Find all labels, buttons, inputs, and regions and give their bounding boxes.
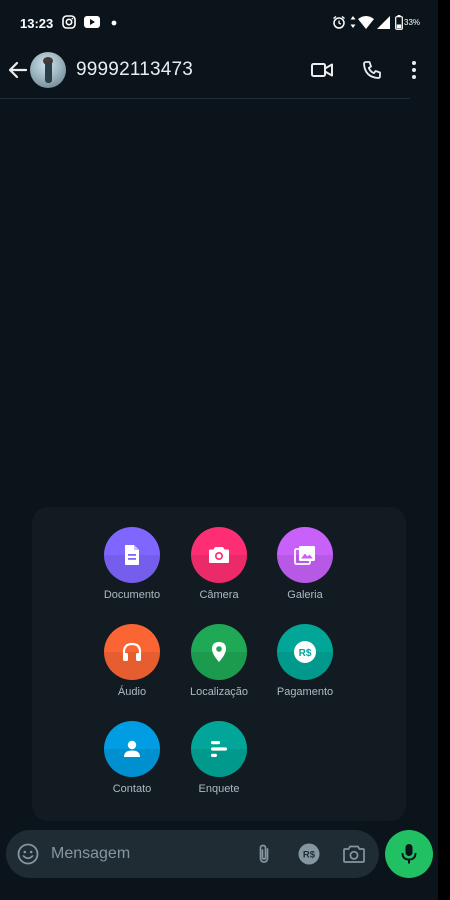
- message-composer: Mensagem R$: [6, 830, 379, 878]
- payment-icon: R$: [294, 641, 316, 663]
- contato-label: Contato: [112, 783, 152, 795]
- camera-outline-icon: [343, 845, 365, 863]
- localizacao-label: Localização: [189, 686, 249, 698]
- emoji-button[interactable]: [16, 842, 40, 866]
- gallery-icon: [294, 546, 315, 565]
- localizacao-circle[interactable]: [191, 624, 247, 680]
- phone-icon: [363, 61, 381, 79]
- enquete-label: Enquete: [198, 783, 240, 795]
- audio-circle[interactable]: [104, 624, 160, 680]
- location-pin-icon: [212, 642, 226, 662]
- data-transfer-icon: [350, 16, 356, 28]
- youtube-icon: [84, 16, 100, 28]
- voice-message-button[interactable]: [385, 830, 433, 878]
- documento-circle[interactable]: [104, 527, 160, 583]
- attach-camera[interactable]: Câmera: [169, 527, 269, 601]
- screen-edge: [438, 0, 450, 900]
- galeria-label: Galeria: [287, 589, 323, 601]
- contact-person-icon: [124, 740, 140, 757]
- microphone-icon: [401, 844, 417, 864]
- message-input[interactable]: Mensagem: [51, 845, 130, 863]
- attach-audio[interactable]: Áudio: [82, 624, 182, 698]
- status-bar: 13:23 33%: [0, 0, 438, 46]
- wifi-icon: [358, 16, 374, 29]
- enquete-circle[interactable]: [191, 721, 247, 777]
- chat-header: 99992113473: [0, 46, 416, 99]
- attach-pagamento[interactable]: R$ Pagamento: [255, 624, 355, 698]
- signal-icon: [377, 16, 390, 29]
- document-icon: [125, 545, 139, 565]
- attach-galeria[interactable]: Galeria: [255, 527, 355, 601]
- status-time: 13:23: [20, 16, 54, 31]
- attach-localizacao[interactable]: Localização: [169, 624, 269, 698]
- payment-rs-icon: R$: [298, 843, 320, 865]
- video-call-button[interactable]: [308, 57, 336, 83]
- contact-avatar[interactable]: [30, 52, 66, 88]
- attach-enquete[interactable]: Enquete: [169, 721, 269, 795]
- navigation-bar: [0, 884, 438, 900]
- headphones-icon: [122, 642, 142, 661]
- back-arrow-icon: [8, 61, 28, 79]
- battery-icon: [395, 15, 403, 30]
- svg-text:R$: R$: [303, 850, 316, 861]
- emoji-icon: [17, 843, 39, 865]
- attach-menu: Documento Câmera Galeria Áudio Localizaç…: [32, 507, 406, 821]
- more-vertical-icon: [412, 61, 416, 79]
- video-camera-icon: [311, 63, 333, 77]
- voice-call-button[interactable]: [358, 57, 386, 83]
- camera-circle[interactable]: [191, 527, 247, 583]
- attach-button[interactable]: [253, 842, 275, 866]
- attach-contato[interactable]: Contato: [82, 721, 182, 795]
- audio-label: Áudio: [117, 686, 147, 698]
- camera-button[interactable]: [342, 842, 366, 866]
- payment-button[interactable]: R$: [297, 842, 321, 866]
- chat-screen: 13:23 33% 99992113473 Documento Câmera G…: [0, 0, 438, 900]
- attach-documento[interactable]: Documento: [82, 527, 182, 601]
- poll-icon: [211, 741, 227, 757]
- pagamento-label: Pagamento: [276, 686, 334, 698]
- camera-label: Câmera: [199, 589, 239, 601]
- svg-text:R$: R$: [299, 648, 312, 659]
- documento-label: Documento: [103, 589, 161, 601]
- camera-icon: [209, 547, 229, 563]
- contact-name[interactable]: 99992113473: [76, 59, 193, 81]
- notification-dot-icon: [111, 20, 117, 26]
- contato-circle[interactable]: [104, 721, 160, 777]
- instagram-icon: [62, 15, 76, 29]
- more-options-button[interactable]: [404, 57, 424, 83]
- back-button[interactable]: [6, 58, 30, 82]
- paperclip-icon: [259, 844, 269, 863]
- galeria-circle[interactable]: [277, 527, 333, 583]
- alarm-icon: [333, 15, 345, 29]
- pagamento-circle[interactable]: R$: [277, 624, 333, 680]
- battery-percent: 33%: [404, 18, 421, 27]
